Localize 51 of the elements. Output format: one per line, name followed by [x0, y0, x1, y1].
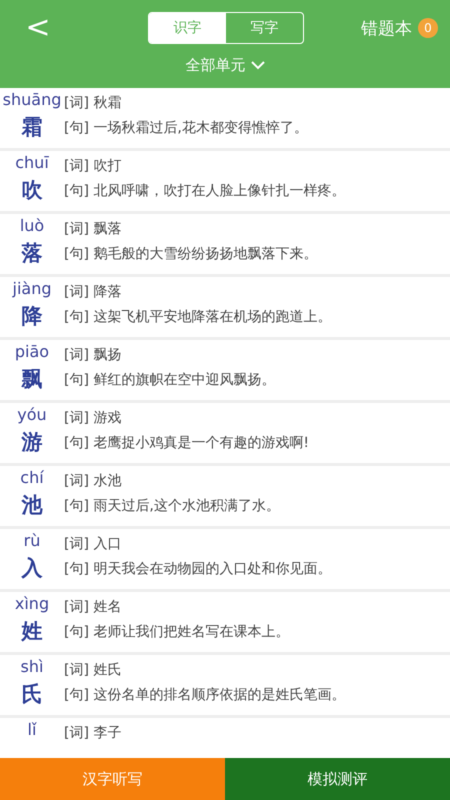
pinyin: luò: [20, 215, 44, 237]
sentence-example: [句] 明天我会在动物园的入口处和你见面。: [64, 560, 332, 579]
character: 降: [22, 303, 42, 330]
word-example: [词] 秋霜: [64, 94, 122, 113]
pinyin: yóu: [17, 404, 47, 426]
action-button[interactable]: 汉字听写: [0, 758, 225, 800]
sentence-example: [句] 老鹰捉小鸡真是一个有趣的游戏啊!: [64, 434, 310, 453]
pinyin: jiàng: [12, 278, 52, 300]
sentence-example: [句] 鹅毛般的大雪纷纷扬扬地飘落下来。: [64, 245, 318, 264]
count-badge: 0: [418, 18, 438, 38]
sentence-example: [句] 一场秋霜过后,花木都变得憔悴了。: [64, 119, 308, 138]
tab[interactable]: 写字: [226, 13, 303, 43]
word-example: [词] 吹打: [64, 157, 122, 176]
character: 游: [22, 429, 42, 456]
sentence-example: [句] 北风呼啸，吹打在人脸上像针扎一样疼。: [64, 182, 346, 201]
pinyin: lǐ: [28, 719, 36, 741]
character: 氏: [22, 681, 42, 708]
word-example: [词] 李子: [64, 724, 122, 743]
action-button[interactable]: 模拟测评: [225, 758, 450, 800]
unit-dropdown[interactable]: 全部单元: [186, 56, 264, 75]
character: 霜: [22, 114, 42, 141]
word-example: [词] 入口: [64, 535, 122, 554]
pinyin: shuāng: [2, 89, 62, 111]
pinyin: rù: [24, 530, 40, 552]
sentence-example: [句] 鲜红的旗帜在空中迎风飘扬。: [64, 371, 276, 390]
sentence-example: [句] 雨天过后,这个水池积满了水。: [64, 497, 280, 516]
back-button[interactable]: <: [18, 13, 58, 43]
character: 落: [22, 240, 42, 267]
word-example: [词] 飘扬: [64, 346, 122, 365]
sentence-example: [句] 老师让我们把姓名写在课本上。: [64, 623, 290, 642]
sentence-example: [句] 这架飞机平安地降落在机场的跑道上。: [64, 308, 332, 327]
pinyin: chuī: [15, 152, 49, 174]
word-example: [词] 降落: [64, 283, 122, 302]
pinyin: xìng: [14, 593, 50, 615]
chevron-down-icon: [250, 61, 264, 70]
character: 吹: [22, 177, 42, 204]
character: 飘: [22, 366, 42, 393]
word-example: [词] 游戏: [64, 409, 122, 428]
sentence-example: [句] 这份名单的排名顺序依据的是姓氏笔画。: [64, 686, 346, 705]
word-example: [词] 姓名: [64, 598, 122, 617]
mistakes-link[interactable]: 错题本: [361, 16, 412, 40]
word-example: [词] 飘落: [64, 220, 122, 239]
word-example: [词] 水池: [64, 472, 122, 491]
character: 池: [22, 492, 42, 519]
character: 姓: [22, 618, 42, 645]
pinyin: shì: [20, 656, 44, 678]
pinyin: chí: [20, 467, 44, 489]
tab[interactable]: 识字: [149, 13, 226, 43]
word-example: [词] 姓氏: [64, 661, 122, 680]
pinyin: piāo: [14, 341, 50, 363]
character: 入: [22, 555, 42, 582]
